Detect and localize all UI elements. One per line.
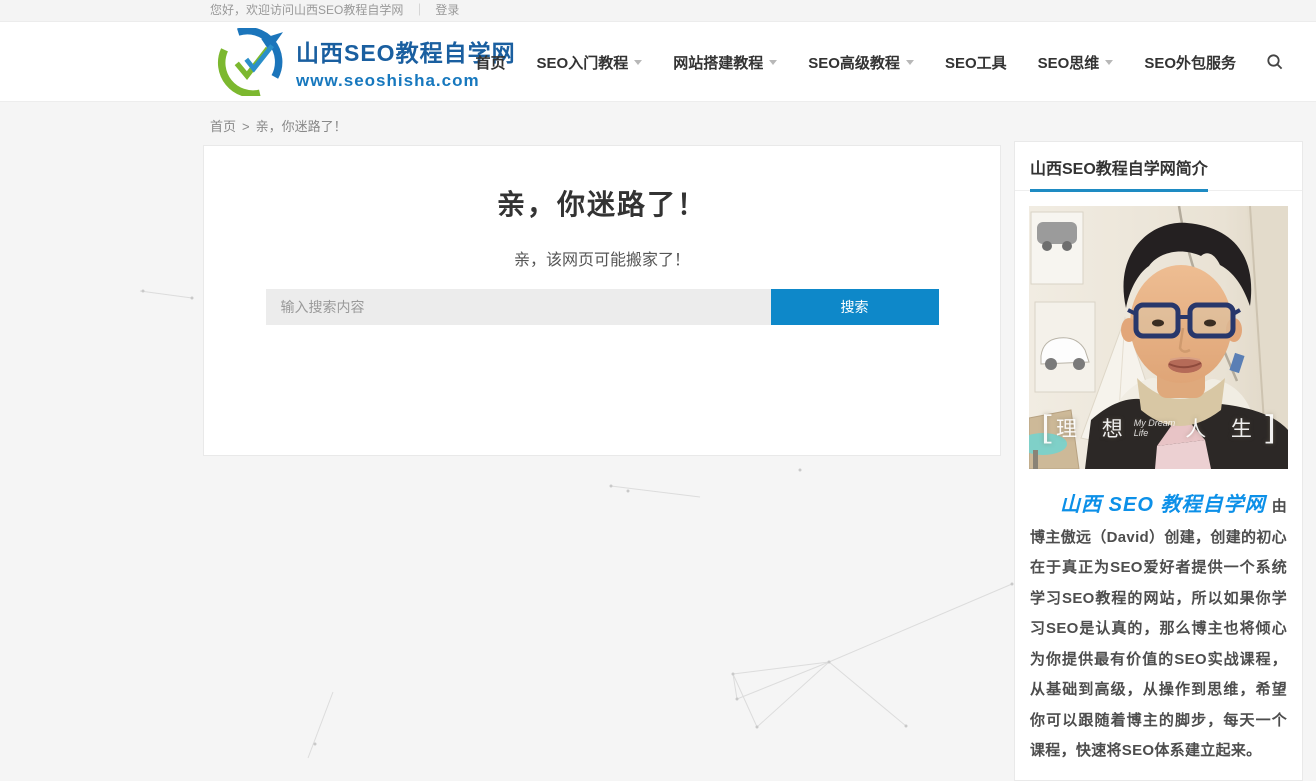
page-subtitle: 亲，该网页可能搬家了！ [204, 246, 1000, 270]
caption-word-ideal: 理 想 [1056, 413, 1132, 443]
search-form: 搜索 [266, 289, 939, 325]
caption-word-life: 人 生 [1185, 413, 1261, 443]
nav-item-seo-advanced[interactable]: SEO高级教程 [808, 52, 914, 73]
caption-small-text: My Dream Life [1134, 418, 1176, 438]
nav-item-seo-beginner[interactable]: SEO入门教程 [537, 52, 643, 73]
header-search-button[interactable] [1266, 53, 1284, 71]
nav-item-seo-thinking[interactable]: SEO思维 [1038, 52, 1114, 73]
site-header: 山西SEO教程自学网 www.seoshisha.com 首页 SEO入门教程 … [0, 22, 1316, 102]
caption-bracket-right: ] [1263, 413, 1276, 443]
welcome-text: 您好，欢迎访问山西SEO教程自学网 [210, 3, 403, 17]
nav-item-seo-outsourcing[interactable]: SEO外包服务 [1144, 52, 1236, 73]
page-title: 亲，你迷路了！ [204, 183, 1000, 223]
chevron-down-icon [634, 60, 642, 65]
sidebar-intro-widget: 山西SEO教程自学网简介 [1014, 141, 1303, 781]
nav-item-seo-tools[interactable]: SEO工具 [945, 52, 1007, 73]
search-icon [1266, 53, 1284, 71]
blogger-photo: [ 理 想 My Dream Life 人 生 ] [1029, 206, 1288, 469]
nav-item-site-building[interactable]: 网站搭建教程 [673, 52, 777, 73]
chevron-down-icon [769, 60, 777, 65]
blogger-intro-text: 山西 SEO 教程自学网由博主傲远（David）创建，创建的初心在于真正为SEO… [1030, 490, 1287, 767]
search-input[interactable] [266, 289, 771, 325]
login-link[interactable]: 登录 [435, 3, 459, 17]
caption-bracket-left: [ [1041, 413, 1054, 443]
swirl-globe-logo-icon [214, 28, 284, 96]
intro-body-text: 由博主傲远（David）创建，创建的初心在于真正为SEO爱好者提供一个系统学习S… [1030, 498, 1287, 759]
photo-caption: [ 理 想 My Dream Life 人 生 ] [1029, 413, 1288, 443]
breadcrumb-home-link[interactable]: 首页 [210, 119, 236, 134]
top-bar: 您好，欢迎访问山西SEO教程自学网 ｜ 登录 [0, 0, 1316, 22]
nav-item-home[interactable]: 首页 [476, 52, 506, 73]
breadcrumb-current: 亲，你迷路了！ [256, 119, 347, 134]
search-submit-button[interactable]: 搜索 [771, 289, 939, 325]
not-found-card: 亲，你迷路了！ 亲，该网页可能搬家了！ 搜索 [203, 145, 1001, 456]
widget-header: 山西SEO教程自学网简介 [1015, 142, 1302, 191]
chevron-down-icon [1105, 60, 1113, 65]
main-nav: 首页 SEO入门教程 网站搭建教程 SEO高级教程 SEO工具 SEO思维 SE… [445, 22, 1298, 102]
topbar-divider: ｜ [413, 3, 425, 17]
intro-site-name: 山西 SEO 教程自学网 [1060, 494, 1266, 516]
breadcrumb: 首页 > 亲，你迷路了！ [0, 102, 1316, 135]
chevron-down-icon [906, 60, 914, 65]
widget-title: 山西SEO教程自学网简介 [1030, 155, 1208, 192]
breadcrumb-separator: > [242, 119, 250, 134]
